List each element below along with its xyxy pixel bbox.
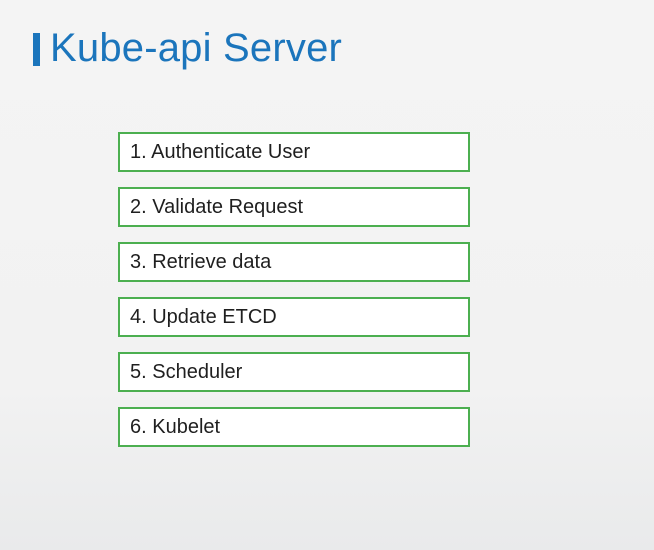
- page-title: Kube-api Server: [50, 26, 343, 70]
- step-kubelet: 6. Kubelet: [118, 407, 470, 447]
- step-retrieve-data: 3. Retrieve data: [118, 242, 470, 282]
- title-accent-bar: [33, 33, 40, 66]
- step-validate-request: 2. Validate Request: [118, 187, 470, 227]
- steps-list: 1. Authenticate User 2. Validate Request…: [118, 132, 470, 462]
- step-authenticate-user: 1. Authenticate User: [118, 132, 470, 172]
- step-update-etcd: 4. Update ETCD: [118, 297, 470, 337]
- step-scheduler: 5. Scheduler: [118, 352, 470, 392]
- slide: Kube-api Server 1. Authenticate User 2. …: [0, 0, 654, 550]
